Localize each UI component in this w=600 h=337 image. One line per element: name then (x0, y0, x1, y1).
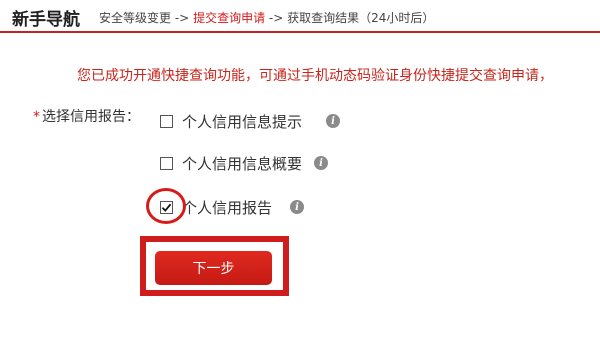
report-type-label-text: 选择信用报告： (42, 109, 140, 125)
step-get-result: 获取查询结果（24小时后） (287, 11, 435, 25)
step-security-level: 安全等级变更 (99, 11, 172, 25)
option-credit-info-tips: 个人信用信息提示 i (160, 111, 341, 131)
breadcrumb: 安全等级变更 -> 提交查询申请 -> 获取查询结果（24小时后） (99, 9, 434, 26)
option-label: 个人信用报告 (182, 198, 273, 217)
next-step-button[interactable]: 下一步 (155, 251, 272, 285)
step-submit-query: 提交查询申请 (193, 11, 266, 25)
info-icon[interactable]: i (290, 200, 305, 214)
option-credit-report: 个人信用报告 i (160, 197, 305, 217)
header-bar: 新手导航 安全等级变更 -> 提交查询申请 -> 获取查询结果（24小时后） (0, 0, 600, 31)
step-arrow: -> (268, 11, 284, 25)
checkbox-credit-report[interactable] (160, 200, 173, 214)
header-divider (0, 31, 600, 33)
option-credit-info-summary: 个人信用信息概要 i (160, 153, 329, 173)
info-icon[interactable]: i (314, 156, 329, 170)
option-label: 个人信用信息概要 (182, 154, 303, 173)
required-mark: * (33, 109, 40, 125)
report-type-label: * 选择信用报告： (33, 106, 140, 126)
info-icon[interactable]: i (326, 114, 341, 128)
checkmark-icon (161, 203, 172, 212)
page-title: 新手导航 (12, 10, 80, 30)
checkbox-credit-info-tips[interactable] (160, 114, 173, 128)
step-arrow: -> (174, 11, 190, 25)
checkbox-credit-info-summary[interactable] (160, 156, 173, 170)
notice-text: 您已成功开通快捷查询功能，可通过手机动态码验证身份快捷提交查询申请， (77, 68, 553, 84)
option-label: 个人信用信息提示 (182, 112, 303, 131)
